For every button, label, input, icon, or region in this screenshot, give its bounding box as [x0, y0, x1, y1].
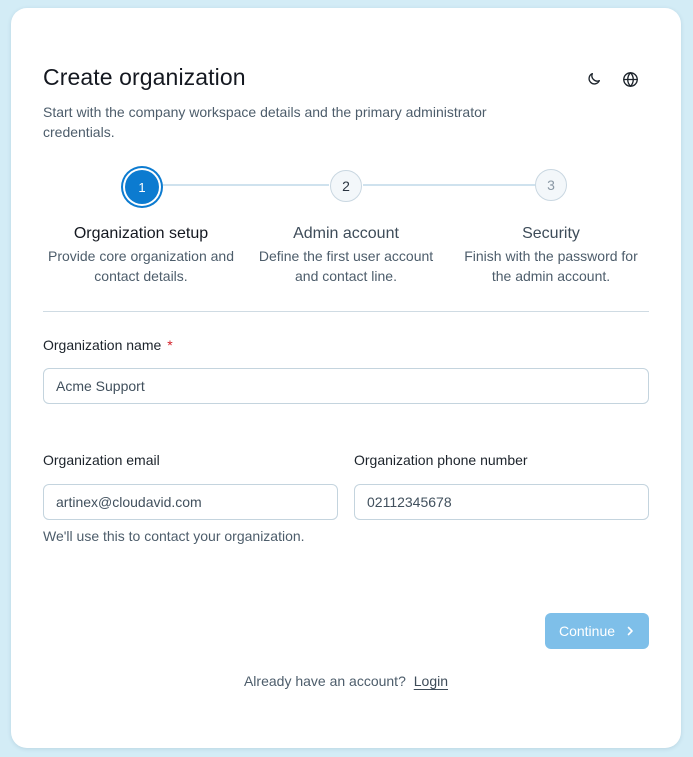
- org-email-label: Organization email: [43, 452, 160, 468]
- chevron-right-icon: [625, 623, 635, 639]
- step-2-indicator[interactable]: 2: [330, 170, 362, 202]
- continue-button-label: Continue: [558, 623, 616, 639]
- step-3-title: Security: [522, 225, 580, 242]
- step-3-text: Security Finish with the password for th…: [451, 224, 651, 286]
- step-1-desc-line2: contact details.: [94, 268, 188, 284]
- step-1-indicator[interactable]: 1: [125, 170, 159, 204]
- create-organization-card: Create organization Start with the compa…: [11, 8, 681, 748]
- org-name-label-text: Organization name: [43, 337, 162, 353]
- org-name-label: Organization name *: [43, 337, 173, 353]
- step-2-text: Admin account Define the first user acco…: [246, 224, 446, 286]
- globe-icon[interactable]: [621, 70, 639, 88]
- email-helper-text: We'll use this to contact your organizat…: [43, 528, 305, 544]
- page-subtitle: Start with the company workspace details…: [43, 104, 487, 140]
- step-2-desc-line2: and contact line.: [295, 268, 397, 284]
- section-divider: [43, 311, 649, 312]
- step-3-desc-line2: the admin account.: [491, 268, 611, 284]
- required-mark: *: [167, 337, 173, 353]
- step-1-title: Organization setup: [73, 225, 209, 242]
- step-2-desc-line1: Define the first user account: [258, 248, 434, 264]
- stepper-connector: [363, 184, 535, 186]
- stepper-connector: [159, 184, 329, 186]
- org-email-input[interactable]: [43, 484, 338, 520]
- header-actions: [585, 70, 639, 88]
- step-3-indicator[interactable]: 3: [535, 169, 567, 201]
- continue-button[interactable]: Continue: [545, 613, 649, 649]
- step-2-title: Admin account: [293, 225, 399, 242]
- page-title: Create organization: [43, 64, 246, 90]
- login-prompt: Already have an account?: [243, 673, 406, 689]
- step-3-desc-line1: Finish with the password for: [464, 248, 638, 264]
- step-1-desc-line1: Provide core organization and: [47, 248, 234, 264]
- moon-icon[interactable]: [585, 70, 603, 88]
- org-phone-input[interactable]: [354, 484, 649, 520]
- org-phone-label: Organization phone number: [354, 452, 528, 468]
- step-1-text: Organization setup Provide core organiza…: [41, 224, 241, 286]
- org-name-input[interactable]: [43, 368, 649, 404]
- login-link[interactable]: Login: [414, 673, 448, 689]
- login-row: Already have an account? Login: [11, 673, 681, 689]
